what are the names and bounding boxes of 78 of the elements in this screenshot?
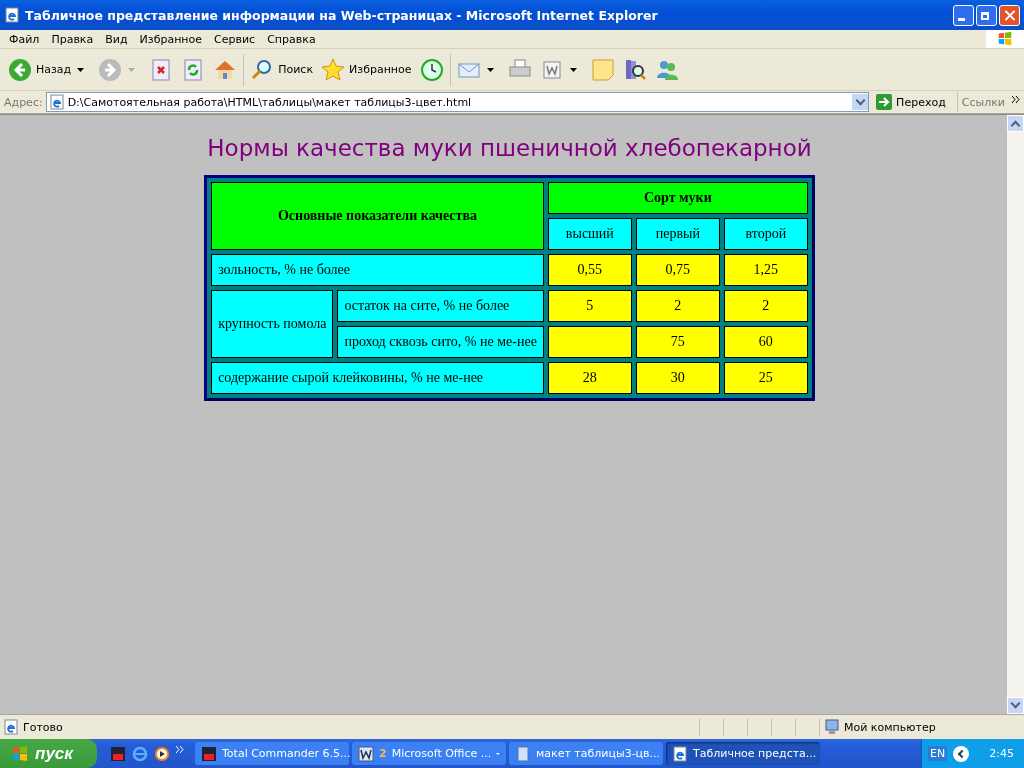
table-cell: 25	[723, 362, 808, 394]
go-button[interactable]: Переход	[872, 92, 954, 112]
floppy-icon	[201, 745, 217, 762]
word-document-icon	[358, 745, 374, 762]
table-header: второй	[723, 218, 808, 250]
media-player-icon[interactable]	[154, 745, 170, 762]
menu-item[interactable]: Справка	[261, 32, 322, 46]
address-label: Адрес:	[4, 95, 43, 109]
table-cell: 28	[547, 362, 632, 394]
notepad-icon	[515, 745, 531, 762]
clock-icon	[419, 57, 444, 82]
back-button[interactable]: Назад	[6, 53, 74, 86]
table-cell: 5	[547, 290, 632, 322]
windows-logo-icon	[10, 743, 30, 764]
table-cell: содержание сырой клейковины, % не ме-нее	[211, 362, 544, 394]
table-cell: проход сквозь сито, % не ме-нее	[337, 326, 544, 358]
floppy-icon[interactable]	[110, 745, 126, 762]
table-cell: 1,25	[723, 254, 808, 286]
menu-item[interactable]: Файл	[3, 32, 46, 46]
table-cell: 30	[635, 362, 720, 394]
chevron-icon[interactable]	[1012, 95, 1020, 103]
table-cell: 60	[723, 326, 808, 358]
dropdown-arrow-icon[interactable]	[569, 67, 577, 72]
language-indicator[interactable]: EN	[928, 746, 948, 761]
taskbar-button[interactable]: Total Commander 6.5...	[195, 742, 349, 765]
menu-item[interactable]: Сервис	[208, 32, 262, 46]
table-cell: остаток на сите, % не более	[337, 290, 544, 322]
window-count: 2	[379, 747, 387, 760]
window-title: Табличное представление информации на Web-страницах - Microsoft Internet Explorer	[25, 7, 659, 23]
table-cell: 75	[635, 326, 720, 358]
taskbar-button-label: Табличное предста...	[693, 747, 817, 760]
computer-icon	[824, 719, 840, 735]
restore-button[interactable]	[976, 4, 997, 26]
menu-item[interactable]: Избранное	[133, 32, 209, 46]
links-button[interactable]: Ссылки	[956, 92, 1009, 112]
address-text: D:\Самотоятельная работа\HTML\таблицы\макет таблицы3-цвет.html	[67, 95, 473, 109]
table-header: первый	[635, 218, 720, 250]
scrollbar[interactable]	[1007, 115, 1024, 714]
taskbar-button-label: макет таблицы3-цв...	[536, 747, 661, 760]
page-icon	[48, 94, 65, 110]
table-cell: 2	[723, 290, 808, 322]
star-icon	[321, 57, 346, 82]
table-header: Сорт муки	[547, 182, 808, 214]
zone-text: Мой компьютер	[844, 720, 936, 734]
status-text: Готово	[23, 720, 63, 734]
menu-item[interactable]: Правка	[45, 32, 100, 46]
dropdown-arrow-icon[interactable]	[77, 67, 85, 72]
favorites-button[interactable]: Избранное	[319, 53, 414, 86]
taskbar-button[interactable]: 2 Microsoft Office ...	[352, 742, 506, 765]
table-cell: 2	[635, 290, 720, 322]
table-cell: крупность помола	[211, 290, 334, 358]
close-button[interactable]	[999, 4, 1020, 26]
search-button[interactable]: Поиск	[248, 53, 316, 86]
taskbar-button-label: Microsoft Office ...	[391, 747, 492, 760]
table-header: высший	[547, 218, 632, 250]
page-heading: Нормы качества муки пшеничной хлебопекарной	[207, 135, 812, 161]
page-icon	[672, 745, 688, 762]
dropdown-button[interactable]	[852, 94, 869, 110]
taskbar-button[interactable]: Табличное предста...	[666, 742, 820, 765]
dropdown-arrow-icon[interactable]	[486, 67, 494, 72]
address-field[interactable]: D:\Самотоятельная работа\HTML\таблицы\макет таблицы3-цвет.html	[45, 92, 870, 112]
table-header: Основные показатели качества	[211, 182, 544, 250]
menu-item[interactable]: Вид	[99, 32, 134, 46]
table-cell: зольность, % не более	[211, 254, 544, 286]
taskbar-button[interactable]: макет таблицы3-цв...	[509, 742, 663, 765]
taskbar-button-label: Total Commander 6.5...	[222, 747, 351, 760]
scroll-up-button[interactable]	[1007, 115, 1024, 132]
arrow-icon	[876, 94, 893, 110]
expand-tray-button[interactable]	[953, 745, 970, 762]
browser-icon[interactable]	[132, 745, 148, 762]
page-icon	[3, 719, 19, 735]
browser-icon	[4, 7, 20, 23]
minimize-button[interactable]	[953, 4, 974, 26]
clock: 2:45	[988, 747, 1014, 760]
sticky-note-icon	[590, 57, 615, 82]
table-cell: 0,55	[547, 254, 632, 286]
scroll-down-button[interactable]	[1007, 697, 1024, 714]
table-cell: 0,75	[635, 254, 720, 286]
